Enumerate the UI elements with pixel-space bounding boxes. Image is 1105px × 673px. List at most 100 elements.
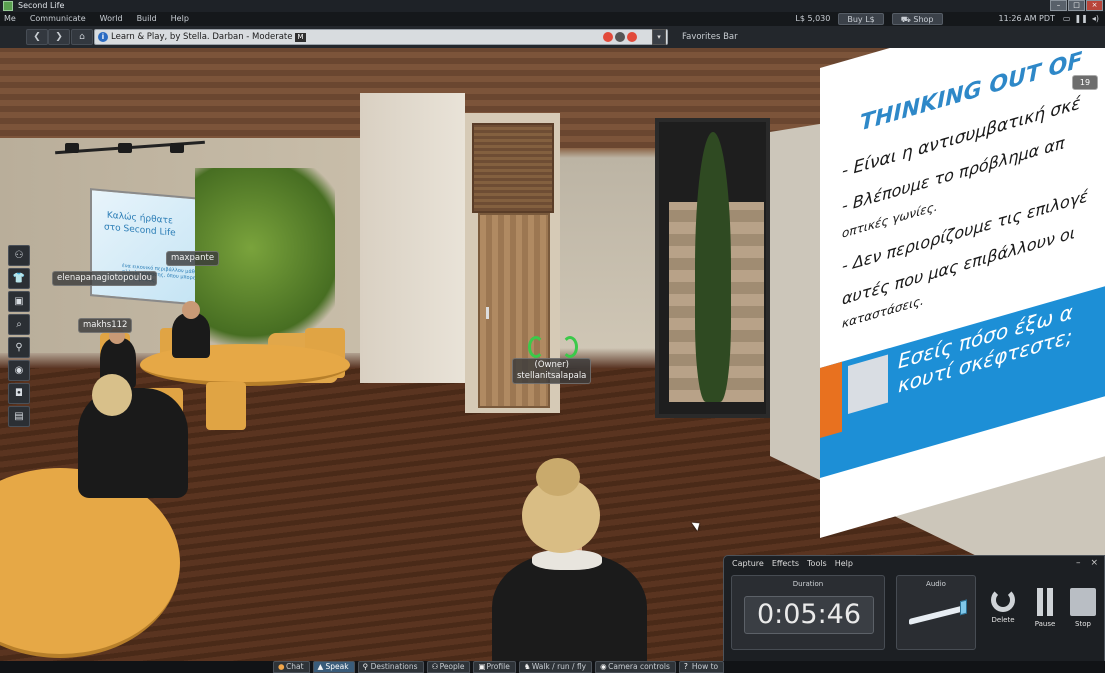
pillar [360, 93, 465, 383]
bottom-toolbar: ●Chat ▲ Speak ⚲ Destinations ⚇People ▣Prof… [0, 661, 1105, 673]
audio-level-slider[interactable] [909, 599, 967, 625]
pause-button[interactable]: Pause [1028, 588, 1062, 638]
presentation-slide[interactable]: THINKING OUT OF - Είναι η αντισυμβατική … [820, 48, 1105, 538]
window-controls: – □ × [1050, 0, 1103, 11]
name-tag-owner[interactable]: (Owner) stellanitsalapala [512, 358, 592, 384]
stop-button[interactable]: Stop [1066, 588, 1100, 638]
avatar-elena[interactable] [78, 374, 188, 498]
camera-icon: ◉ [600, 662, 607, 671]
presets-icon[interactable]: ▭ [1063, 12, 1071, 26]
people-button[interactable]: ⚇People [426, 661, 471, 673]
shop-button[interactable]: ⛟ Shop [891, 13, 943, 25]
volume-icon[interactable]: ◂) [1092, 12, 1099, 26]
no-fly-icon[interactable] [615, 32, 625, 42]
duration-label: Duration [792, 580, 824, 588]
howto-button[interactable]: ? How to [678, 661, 725, 673]
recorder-menu-help[interactable]: Help [835, 559, 853, 568]
clock: 11:26 AM PDT [998, 14, 1055, 23]
people-icon: ⚇ [431, 662, 439, 671]
spotlight [170, 143, 184, 153]
avatar-head [92, 374, 132, 416]
recorder-menu-effects[interactable]: Effects [772, 559, 799, 568]
radio-icon[interactable]: ◉ [8, 360, 30, 381]
destinations-label: Destinations [370, 662, 418, 671]
door-handle[interactable] [486, 307, 489, 319]
places-icon[interactable]: ⚲ [8, 337, 30, 358]
speak-label: Speak [325, 662, 349, 671]
destinations-button[interactable]: ⚲ Destinations [357, 661, 424, 673]
profile-button[interactable]: ▣Profile [473, 661, 516, 673]
slide-question: Εσείς πόσο έξω α κουτί σκέφτεστε; [898, 299, 1073, 398]
destinations-icon: ⚲ [362, 662, 369, 671]
location-input[interactable]: i Learn & Play, by Stella. Darban - Mode… [94, 29, 668, 45]
back-button[interactable]: ❮ [26, 29, 48, 45]
info-icon[interactable]: i [98, 32, 108, 42]
people-icon[interactable]: ⚇ [8, 245, 30, 266]
walk-button[interactable]: ♞Walk / run / fly [518, 661, 593, 673]
left-sidebar: ⚇ 👕 ▣ ⌕ ⚲ ◉ ◘ ▤ [8, 245, 30, 427]
stop-label: Stop [1075, 620, 1091, 628]
spotlight [118, 143, 132, 153]
appearance-icon[interactable]: 👕 [8, 268, 30, 289]
audio-slider-thumb[interactable] [960, 599, 967, 616]
map-icon[interactable]: ▤ [8, 406, 30, 427]
cart-icon: ⛟ [900, 15, 911, 24]
door-transom [472, 123, 554, 213]
buy-currency-button[interactable]: Buy L$ [838, 13, 884, 25]
avatar-maxpante[interactable] [172, 301, 210, 358]
maturity-badge: M [295, 33, 306, 42]
garden-window [655, 118, 770, 418]
menu-build[interactable]: Build [137, 12, 157, 26]
recorder-minimize-button[interactable]: – [1076, 558, 1081, 568]
search-icon[interactable]: ⌕ [8, 314, 30, 335]
no-build-icon[interactable] [627, 32, 637, 42]
delete-button[interactable]: Delete [986, 588, 1020, 638]
speak-button[interactable]: ▲ Speak [312, 661, 355, 673]
profile-label: Profile [486, 662, 510, 671]
shop-label: Shop [913, 15, 934, 24]
media-pause-icon[interactable]: ❚❚ [1074, 12, 1087, 26]
no-voice-icon[interactable] [603, 32, 613, 42]
maximize-button[interactable]: □ [1068, 0, 1085, 11]
home-button[interactable]: ⌂ [71, 29, 93, 45]
avatar-head [182, 301, 200, 319]
cypress-tree [695, 132, 731, 402]
forward-button[interactable]: ❯ [48, 29, 70, 45]
name-tag-elena[interactable]: elenapanagiotopoulou [52, 271, 158, 286]
recorder-menu-capture[interactable]: Capture [732, 559, 764, 568]
second-life-logo-icon [3, 1, 13, 11]
linden-balance[interactable]: L$ 5,030 [795, 12, 830, 26]
menu-me[interactable]: Me [4, 12, 16, 26]
player-avatar[interactable] [492, 458, 647, 661]
camera-controls-button[interactable]: ◉Camera controls [595, 661, 676, 673]
pause-label: Pause [1034, 620, 1056, 628]
name-tag-makhs[interactable]: makhs112 [78, 318, 133, 333]
recorder-close-button[interactable]: × [1090, 558, 1098, 568]
banner-accent [820, 361, 842, 438]
stop-icon [1070, 588, 1096, 616]
camera-label: Camera controls [608, 662, 670, 671]
menu-help[interactable]: Help [171, 12, 189, 26]
slide-title: THINKING OUT OF [860, 48, 1083, 137]
audio-panel: Audio [896, 575, 976, 650]
recorder-menu: Capture Effects Tools Help [732, 559, 853, 568]
menu-world[interactable]: World [100, 12, 123, 26]
close-window-button[interactable]: × [1086, 0, 1103, 11]
window-title: Second Life [18, 1, 65, 10]
avatar-collar [532, 550, 602, 570]
chat-button[interactable]: ●Chat [273, 661, 310, 673]
name-tag-maxpante[interactable]: maxpante [166, 251, 220, 266]
minimize-button[interactable]: – [1050, 0, 1067, 11]
speak-icon: ▲ [317, 662, 324, 671]
location-dropdown-button[interactable]: ▾ [652, 29, 666, 45]
menu-communicate[interactable]: Communicate [30, 12, 86, 26]
howto-label: How to [691, 662, 719, 671]
recorder-menu-tools[interactable]: Tools [807, 559, 827, 568]
screen-recorder-panel: Capture Effects Tools Help – × Duration … [723, 555, 1105, 673]
window-title-bar: Second Life – □ × [0, 0, 1105, 12]
inventory-icon[interactable]: ▣ [8, 291, 30, 312]
owner-name: stellanitsalapala [517, 371, 587, 381]
pause-icon [1032, 588, 1058, 616]
snapshot-icon[interactable]: ◘ [8, 383, 30, 404]
walk-icon: ♞ [523, 662, 531, 671]
